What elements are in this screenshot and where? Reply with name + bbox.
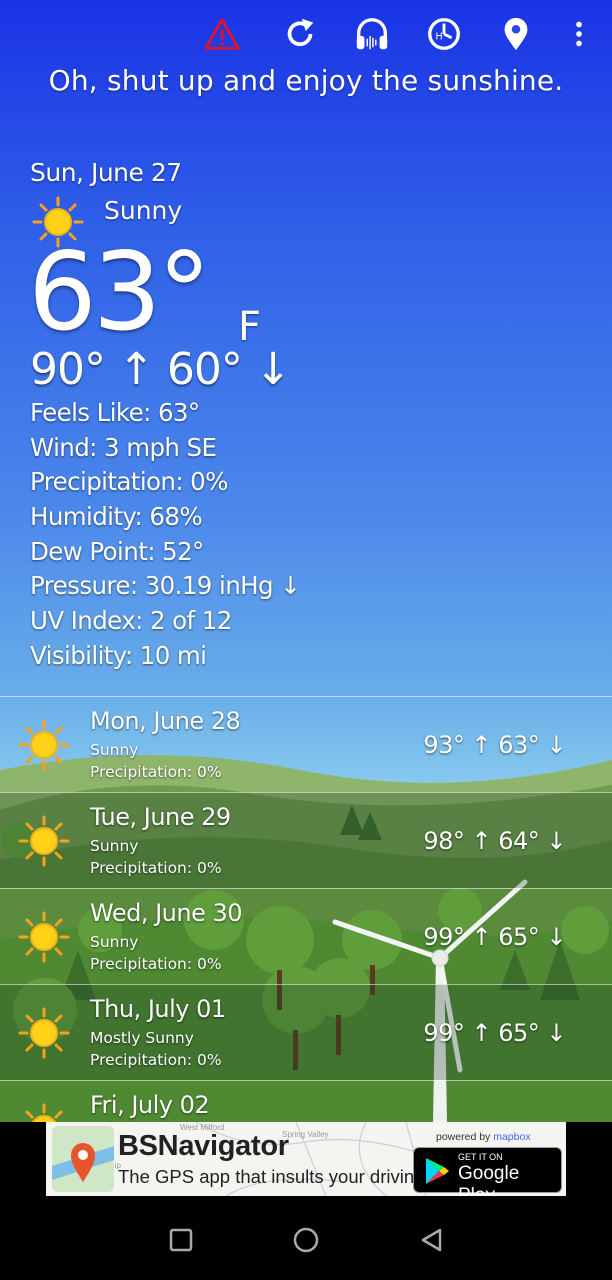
mapbox-logo: mapbox	[493, 1131, 531, 1143]
recents-button[interactable]	[163, 1222, 199, 1258]
weather-screen: H Oh, shut up and enjoy the sunshine. Su…	[0, 0, 612, 1122]
warning-icon[interactable]	[200, 12, 244, 56]
forecast-date: Wed, June 30	[90, 899, 243, 927]
precipitation: Precipitation: 0%	[30, 467, 228, 497]
store-big-label: Google Play	[458, 1163, 520, 1196]
current-conditions: Sun, June 27 Sunny	[30, 158, 182, 248]
forecast-date: Thu, July 01	[90, 995, 226, 1023]
sun-icon	[18, 719, 70, 771]
forecast-high-low: 98° ↑ 64° ↓	[423, 827, 566, 855]
store-small-label: GET IT ON	[458, 1152, 503, 1162]
sun-icon	[18, 911, 70, 963]
forecast-condition: Mostly Sunny	[90, 1029, 194, 1047]
forecast-day[interactable]: Tue, June 29 Sunny Precipitation: 0% 98°…	[0, 792, 612, 888]
forecast-high-low: 99° ↑ 65° ↓	[423, 1019, 566, 1047]
current-temperature: 63°	[28, 230, 211, 355]
pressure: Pressure: 30.19 inHg ↓	[30, 571, 301, 601]
forecast-day[interactable]: Fri, July 02	[0, 1080, 612, 1122]
app-logo-icon	[52, 1126, 114, 1192]
ad-subtitle: The GPS app that insults your driving.	[118, 1166, 430, 1187]
forecast-condition: Sunny	[90, 741, 139, 759]
forecast-precipitation: Precipitation: 0%	[90, 1051, 222, 1069]
current-details: Feels Like: 63° Wind: 3 mph SE Precipita…	[30, 396, 301, 674]
svg-text:H: H	[435, 32, 442, 43]
current-high-low: 90° ↑ 60° ↓	[30, 344, 292, 395]
forecast-precipitation: Precipitation: 0%	[90, 955, 222, 973]
home-button[interactable]	[288, 1222, 324, 1258]
forecast-date: Fri, July 02	[90, 1091, 210, 1119]
forecast-date: Tue, June 29	[90, 803, 231, 831]
google-play-icon	[426, 1158, 449, 1184]
visibility: Visibility: 10 mi	[30, 640, 207, 670]
forecast-list: Mon, June 28 Sunny Precipitation: 0% 93°…	[0, 696, 612, 1122]
forecast-date: Mon, June 28	[90, 707, 241, 735]
forecast-condition: Sunny	[90, 837, 139, 855]
forecast-day[interactable]: Wed, June 30 Sunny Precipitation: 0% 99°…	[0, 888, 612, 984]
headphones-icon[interactable]	[350, 12, 394, 56]
hourly-clock-icon[interactable]: H	[422, 12, 466, 56]
uv-index: UV Index: 2 of 12	[30, 606, 232, 636]
sun-icon	[25, 1103, 63, 1122]
forecast-precipitation: Precipitation: 0%	[90, 763, 222, 781]
more-vert-icon[interactable]	[557, 12, 601, 56]
sun-icon	[18, 815, 70, 867]
back-button[interactable]	[414, 1222, 450, 1258]
location-pin-icon[interactable]	[494, 12, 538, 56]
forecast-condition: Sunny	[90, 933, 139, 951]
powered-by: powered by mapbox	[436, 1131, 531, 1143]
tagline: Oh, shut up and enjoy the sunshine.	[48, 64, 564, 97]
current-condition: Sunny	[104, 196, 183, 225]
refresh-icon[interactable]	[278, 12, 322, 56]
wind: Wind: 3 mph SE	[30, 432, 217, 462]
feels-like: Feels Like: 63°	[30, 398, 200, 427]
toolbar: H	[0, 12, 612, 60]
ad-banner[interactable]: West Milford Spring Valley wnship BSNavi…	[46, 1122, 566, 1196]
forecast-day[interactable]: Mon, June 28 Sunny Precipitation: 0% 93°…	[0, 696, 612, 792]
dew-point: Dew Point: 52°	[30, 536, 204, 566]
powered-by-label: powered by	[436, 1131, 491, 1143]
system-navigation-bar	[0, 1196, 612, 1280]
forecast-day[interactable]: Thu, July 01 Mostly Sunny Precipitation:…	[0, 984, 612, 1080]
google-play-button[interactable]: GET IT ON Google Play	[413, 1147, 562, 1196]
humidity: Humidity: 68%	[30, 502, 203, 532]
sun-icon	[18, 1007, 70, 1059]
forecast-high-low: 99° ↑ 65° ↓	[423, 923, 566, 951]
current-date: Sun, June 27	[30, 158, 182, 187]
forecast-precipitation: Precipitation: 0%	[90, 859, 222, 877]
ad-title: BSNavigator	[118, 1130, 289, 1162]
forecast-high-low: 93° ↑ 63° ↓	[423, 731, 566, 759]
